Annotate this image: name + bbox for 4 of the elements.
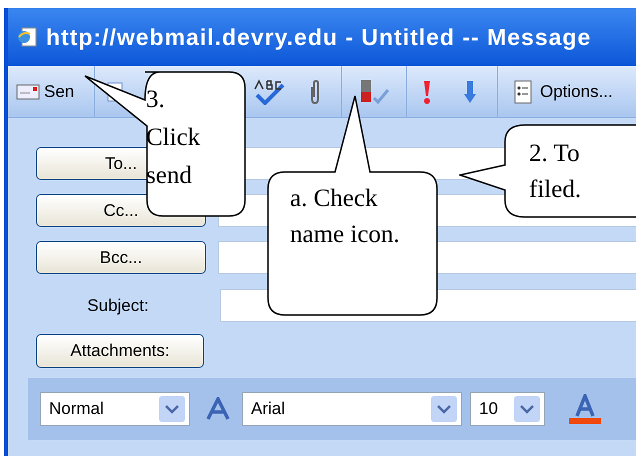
callout-tooltip: 2. To filed. — [459, 124, 636, 219]
subject-label: Subject: — [86, 294, 150, 317]
callout-tooltip: a. Check name icon. — [267, 95, 439, 317]
window-title: http://webmail.devry.edu - Untitled -- Message — [46, 22, 592, 52]
